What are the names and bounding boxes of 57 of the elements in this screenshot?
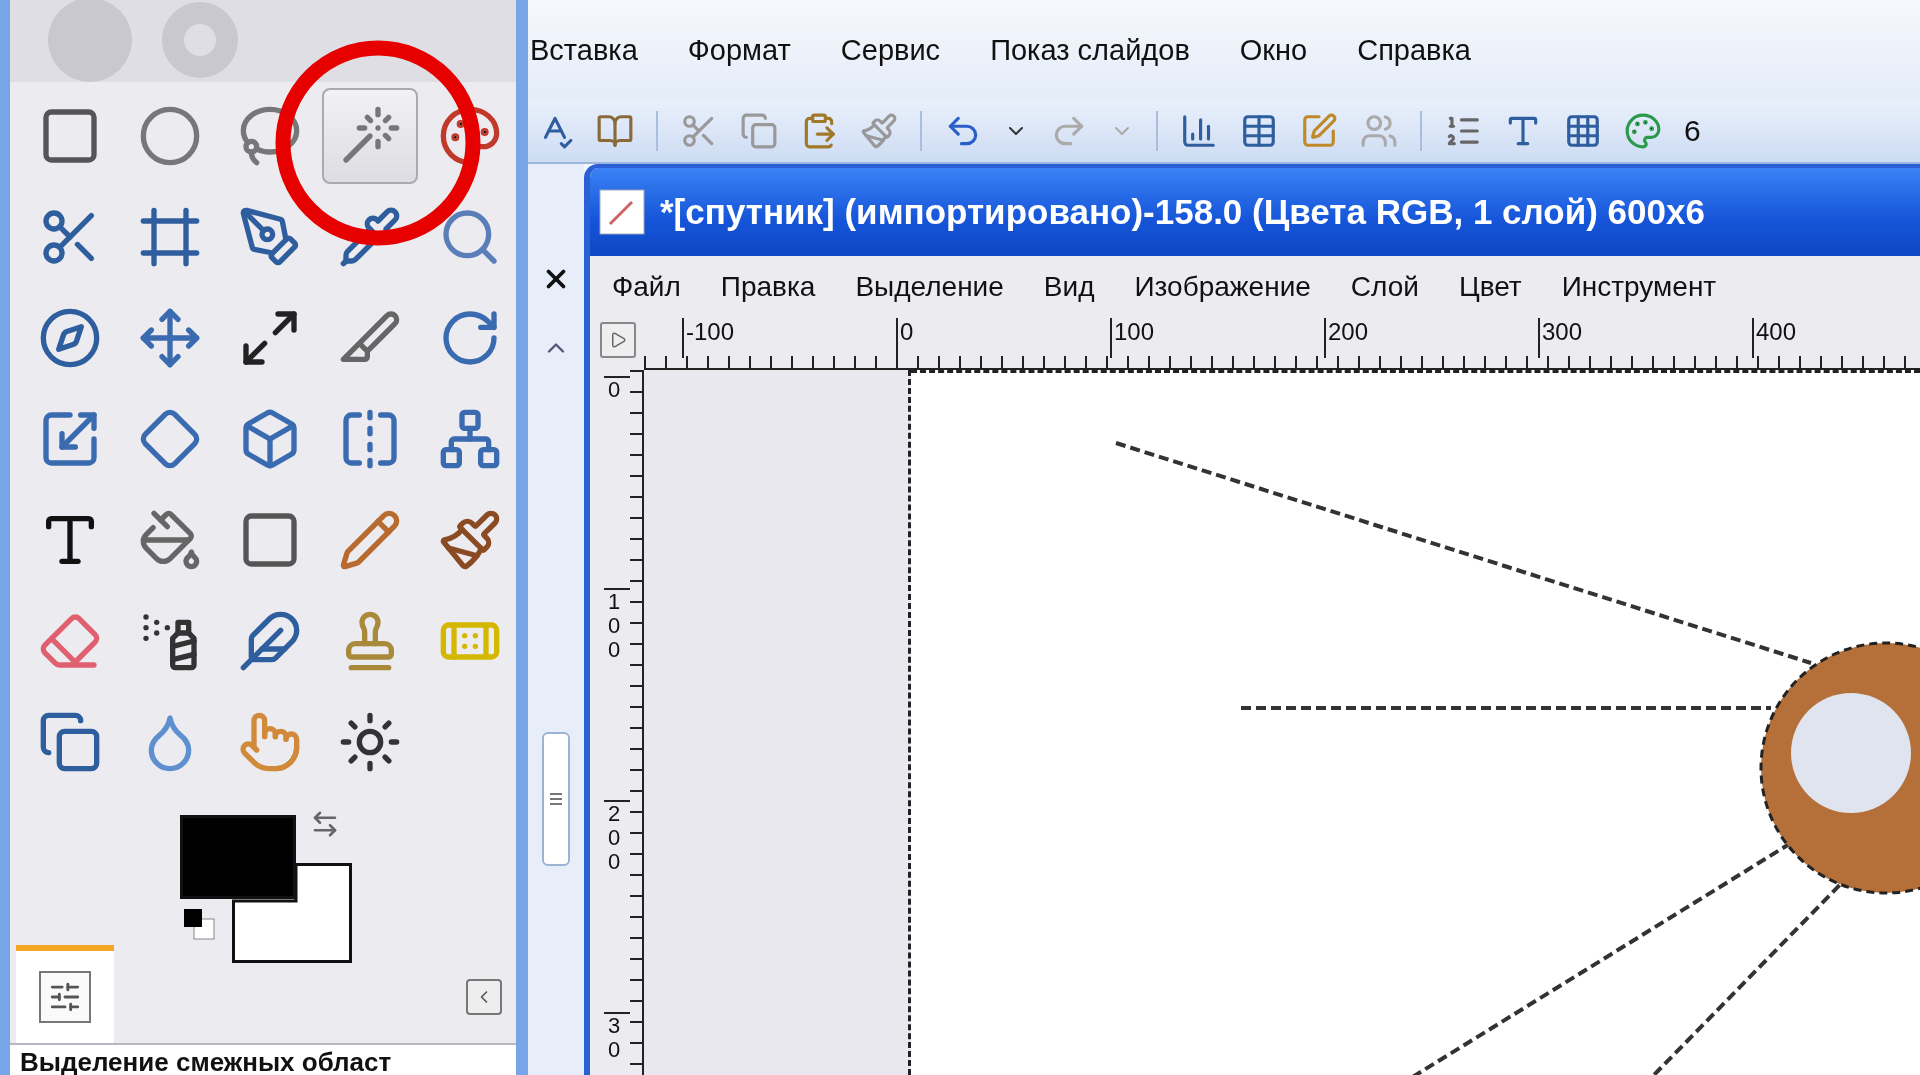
background-color-swatch[interactable] [232, 863, 352, 963]
ruler-label: 400 [1752, 318, 1920, 358]
menu-item[interactable]: Выделение [855, 271, 1004, 303]
shear-icon [138, 407, 202, 471]
dodge-icon [338, 710, 402, 774]
menu-item[interactable]: Окно [1239, 33, 1308, 67]
tool-options-tab[interactable] [16, 945, 114, 1043]
ruler-label: 30 [604, 1012, 630, 1075]
ruler-label: 100 [604, 588, 630, 800]
finger-icon [238, 710, 302, 774]
default-colors-icon[interactable] [182, 907, 216, 941]
lasso-icon [238, 104, 302, 168]
ruler-label: 300 [1538, 318, 1752, 358]
research-icon[interactable] [596, 112, 634, 150]
toolbar-text[interactable]: 6 [1684, 114, 1701, 148]
draw-table-icon[interactable] [1300, 112, 1338, 150]
format-painter-icon[interactable] [860, 112, 898, 150]
copy-icon[interactable] [740, 112, 778, 150]
navigate-button[interactable] [600, 322, 636, 358]
ruler-label: 0 [604, 376, 630, 588]
ruler-label: -100 [682, 318, 896, 358]
panel-menu-button[interactable] [466, 979, 502, 1015]
menu-item[interactable]: Сервис [840, 33, 941, 67]
grid-icon[interactable] [1564, 112, 1602, 150]
menu-item[interactable]: Вставка [530, 33, 638, 67]
menu-item[interactable]: Инструмент [1561, 271, 1717, 303]
menu-item[interactable]: Правка [720, 271, 816, 303]
menu-item[interactable]: Справка [1357, 33, 1471, 67]
menu-item[interactable]: Формат [687, 33, 791, 67]
menu-item[interactable]: Цвет [1458, 271, 1522, 303]
ruler-label: 200 [1324, 318, 1538, 358]
ruler-label: 100 [1110, 318, 1324, 358]
pencil-icon [338, 508, 402, 572]
ruler-label: 200 [604, 800, 630, 1012]
menu-item[interactable]: Слой [1350, 271, 1419, 303]
cage-icon [438, 407, 502, 471]
ink-icon [238, 609, 302, 673]
menu-item[interactable]: Изображение [1134, 271, 1311, 303]
paint-bucket-icon [138, 508, 202, 572]
table-icon[interactable] [1240, 112, 1278, 150]
compass-icon [38, 306, 102, 370]
menu-item[interactable]: Показ слайдов [990, 33, 1190, 67]
perspective-clone-icon [38, 710, 102, 774]
chart-icon[interactable] [1180, 112, 1218, 150]
ellipse-select-icon [138, 104, 202, 168]
tool-options-icon [48, 980, 82, 1014]
image-file-icon [598, 188, 646, 236]
right-triangle-icon [609, 331, 627, 349]
ruler-label: 0 [896, 318, 1110, 358]
move-arrows-icon [138, 306, 202, 370]
splitter-handle[interactable] [542, 732, 570, 866]
color-scheme-icon[interactable] [1624, 112, 1662, 150]
foreground-color-swatch[interactable] [180, 815, 296, 899]
menu-item[interactable]: Файл [612, 271, 681, 303]
window-title: *[спутник] (импортировано)-158.0 (Цвета RGB, 1 слой) 600x6 [660, 192, 1705, 232]
menu-item[interactable]: Вид [1043, 271, 1095, 303]
paintbrush-icon [438, 508, 502, 572]
